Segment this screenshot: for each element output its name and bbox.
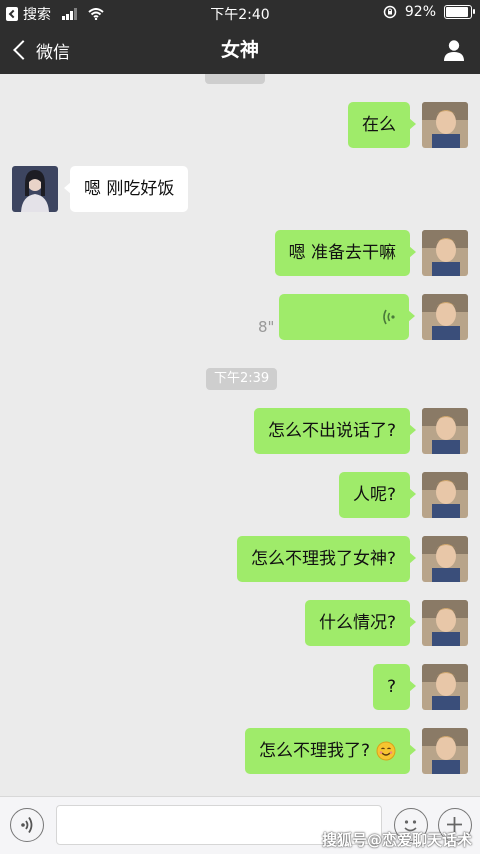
status-bar: 搜索 下午2:40 92% <box>0 0 480 26</box>
my-avatar[interactable] <box>422 408 468 454</box>
child-photo-icon <box>422 102 468 148</box>
message-bubble-sent[interactable]: 人呢? <box>338 472 417 518</box>
child-photo-icon <box>422 728 468 774</box>
message-list[interactable]: 在么 嗯 刚吃好饭 嗯 准备去干嘛 8" 下午2:39 怎么不出说话了? 人呢?… <box>0 74 480 796</box>
voice-input-button[interactable] <box>10 808 44 842</box>
battery-percent: 92% <box>404 4 436 20</box>
timestamp-chip-partial <box>205 74 265 84</box>
smiling-face-icon <box>376 741 396 761</box>
my-avatar[interactable] <box>422 664 468 710</box>
battery-icon <box>444 5 475 19</box>
my-avatar[interactable] <box>422 600 468 646</box>
message-bubble-sent[interactable]: 怎么不出说话了? <box>253 408 417 454</box>
my-avatar[interactable] <box>422 294 468 340</box>
nav-bar: 微信 女神 <box>0 26 480 74</box>
voice-duration: 8" <box>258 318 275 336</box>
woman-photo-icon <box>12 166 58 212</box>
message-bubble-sent[interactable]: 在么 <box>348 102 416 148</box>
my-avatar[interactable] <box>422 536 468 582</box>
child-photo-icon <box>422 230 468 276</box>
voice-wave-icon <box>383 309 395 325</box>
watermark: 搜狐号@恋爱聊天话术 <box>321 831 472 849</box>
my-avatar[interactable] <box>422 472 468 518</box>
message-text: 怎么不理我了? <box>258 741 370 761</box>
voice-message-bubble[interactable] <box>279 294 415 340</box>
message-bubble-sent[interactable]: 什么情况? <box>304 600 417 646</box>
status-right: 92% <box>383 4 475 20</box>
my-avatar[interactable] <box>422 102 468 148</box>
child-photo-icon <box>422 408 468 454</box>
child-photo-icon <box>422 664 468 710</box>
message-bubble-received[interactable]: 嗯 刚吃好饭 <box>63 166 189 212</box>
timestamp-chip: 下午2:39 <box>206 368 278 390</box>
profile-icon[interactable] <box>442 38 466 62</box>
message-bubble-sent[interactable]: 怎么不理我了女神? <box>236 536 417 582</box>
child-photo-icon <box>422 472 468 518</box>
chat-title: 女神 <box>220 39 259 61</box>
my-avatar[interactable] <box>422 230 468 276</box>
my-avatar[interactable] <box>422 728 468 774</box>
child-photo-icon <box>422 294 468 340</box>
orientation-lock-icon <box>383 5 397 19</box>
message-bubble-sent[interactable]: 嗯 准备去干嘛 <box>274 230 417 276</box>
voice-icon <box>21 817 33 833</box>
child-photo-icon <box>422 600 468 646</box>
child-photo-icon <box>422 536 468 582</box>
message-bubble-sent[interactable]: ? <box>372 664 417 710</box>
message-bubble-sent[interactable]: 怎么不理我了? <box>244 728 417 774</box>
contact-avatar[interactable] <box>12 166 58 212</box>
